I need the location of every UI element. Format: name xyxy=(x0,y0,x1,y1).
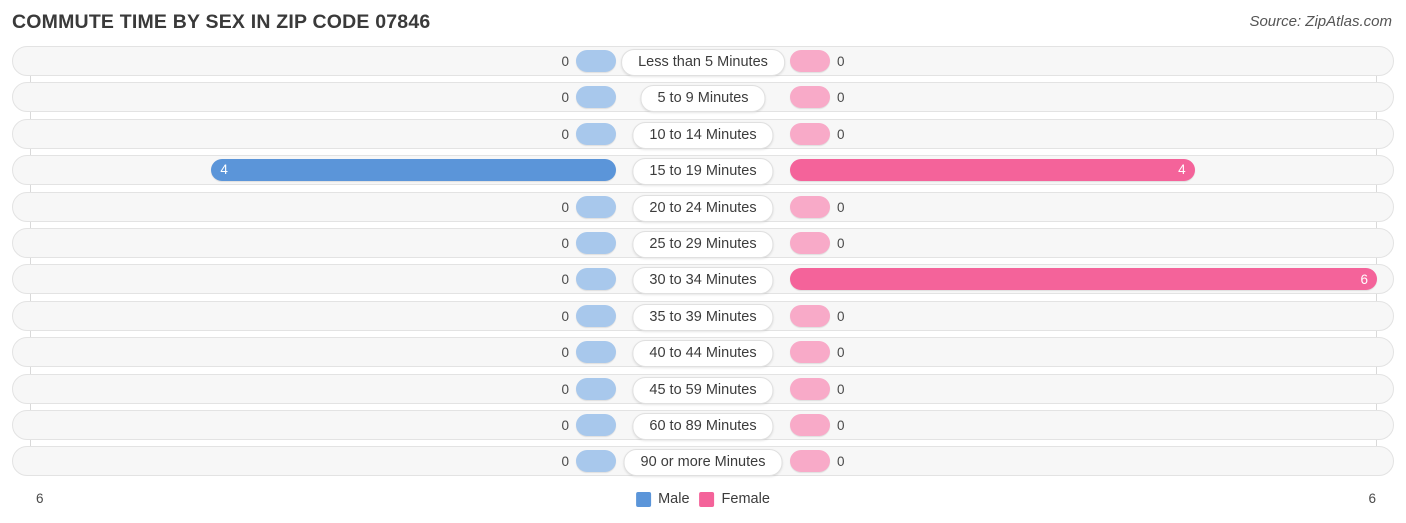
axis-max-label: 6 xyxy=(1368,491,1376,506)
bar-rows: 0 0 Less than 5 Minutes 0 0 5 to 9 Minutes 0 0 1… xyxy=(0,46,1406,483)
bar-value-female: 0 xyxy=(837,454,845,470)
category-label: 20 to 24 Minutes xyxy=(632,194,774,222)
bar-male[interactable] xyxy=(576,231,616,254)
bar-value-female: 0 xyxy=(837,199,845,215)
bar-value-female: 0 xyxy=(837,308,845,324)
category-label: 60 to 89 Minutes xyxy=(632,412,774,440)
bar-value-female: 0 xyxy=(837,345,845,361)
table-row[interactable]: 0 0 10 to 14 Minutes xyxy=(12,118,1394,149)
bar-value-male: 0 xyxy=(561,126,569,142)
legend-swatch-female-icon xyxy=(699,491,715,507)
bar-female[interactable] xyxy=(790,341,830,364)
legend-item-female[interactable]: Female xyxy=(699,491,770,507)
bar-male[interactable] xyxy=(576,268,616,291)
category-label: 30 to 34 Minutes xyxy=(632,267,774,295)
table-row[interactable]: 0 0 60 to 89 Minutes xyxy=(12,409,1394,440)
bar-male[interactable] xyxy=(576,122,616,145)
category-label: 45 to 59 Minutes xyxy=(632,376,774,404)
table-row[interactable]: 0 0 5 to 9 Minutes xyxy=(12,82,1394,113)
category-label: 35 to 39 Minutes xyxy=(632,303,774,331)
category-label: 25 to 29 Minutes xyxy=(632,230,774,258)
bar-male[interactable] xyxy=(576,304,616,327)
bar-female[interactable]: 4 xyxy=(790,159,1195,182)
chart-footer: 6 6 Male Female xyxy=(0,485,1406,523)
source-attribution: Source: ZipAtlas.com xyxy=(1249,13,1392,30)
bar-female[interactable] xyxy=(790,122,830,145)
bar-male[interactable] xyxy=(576,195,616,218)
category-label: 90 or more Minutes xyxy=(623,449,783,477)
table-row[interactable]: 0 0 35 to 39 Minutes xyxy=(12,300,1394,331)
bar-value-male: 0 xyxy=(561,345,569,361)
bar-female[interactable] xyxy=(790,231,830,254)
table-row[interactable]: 4 4 15 to 19 Minutes xyxy=(12,155,1394,186)
bar-female[interactable] xyxy=(790,450,830,473)
bar-male[interactable] xyxy=(576,377,616,400)
bar-male[interactable] xyxy=(576,341,616,364)
table-row[interactable]: 0 0 45 to 59 Minutes xyxy=(12,373,1394,404)
bar-value-male: 0 xyxy=(561,54,569,69)
table-row[interactable]: 0 0 Less than 5 Minutes xyxy=(12,46,1394,76)
legend-label-male: Male xyxy=(658,491,690,507)
page-title: COMMUTE TIME BY SEX IN ZIP CODE 07846 xyxy=(12,11,431,33)
bar-value-male: 0 xyxy=(561,199,569,215)
table-row[interactable]: 0 0 20 to 24 Minutes xyxy=(12,191,1394,222)
bar-female[interactable] xyxy=(790,304,830,327)
bar-value-male: 0 xyxy=(561,272,569,288)
table-row[interactable]: 0 0 90 or more Minutes xyxy=(12,446,1394,477)
category-label: 10 to 14 Minutes xyxy=(632,121,774,149)
bar-value-female: 0 xyxy=(837,235,845,251)
category-label: 40 to 44 Minutes xyxy=(632,340,774,368)
legend-label-female: Female xyxy=(721,491,770,507)
bar-female[interactable]: 6 xyxy=(790,268,1377,291)
bar-male[interactable] xyxy=(576,450,616,473)
table-row[interactable]: 0 0 40 to 44 Minutes xyxy=(12,337,1394,368)
bar-value-female: 4 xyxy=(1178,162,1186,178)
bar-value-female: 0 xyxy=(837,417,845,433)
table-row[interactable]: 6 0 30 to 34 Minutes xyxy=(12,264,1394,295)
bar-value-male: 4 xyxy=(220,162,228,178)
chart-plot-area: 0 0 Less than 5 Minutes 0 0 5 to 9 Minutes 0 0 1… xyxy=(0,46,1406,484)
chart-header: COMMUTE TIME BY SEX IN ZIP CODE 07846 So… xyxy=(0,0,1406,46)
bar-female[interactable] xyxy=(790,86,830,109)
legend-item-male[interactable]: Male xyxy=(636,491,690,507)
bar-male[interactable]: 4 xyxy=(211,159,616,182)
category-label: 15 to 19 Minutes xyxy=(632,158,774,186)
axis-min-label: 6 xyxy=(36,491,44,506)
bar-value-male: 0 xyxy=(561,417,569,433)
bar-female[interactable] xyxy=(790,50,830,72)
bar-value-male: 0 xyxy=(561,308,569,324)
bar-male[interactable] xyxy=(576,86,616,109)
bar-value-male: 0 xyxy=(561,235,569,251)
bar-female[interactable] xyxy=(790,413,830,436)
bar-value-male: 0 xyxy=(561,454,569,470)
category-label: 5 to 9 Minutes xyxy=(640,85,766,113)
bar-value-male: 0 xyxy=(561,381,569,397)
bar-value-female: 0 xyxy=(837,126,845,142)
bar-female[interactable] xyxy=(790,377,830,400)
category-label: Less than 5 Minutes xyxy=(621,49,785,76)
bar-male[interactable] xyxy=(576,413,616,436)
bar-male[interactable] xyxy=(576,50,616,72)
bar-value-female: 6 xyxy=(1360,271,1368,287)
bar-value-female: 0 xyxy=(837,54,845,69)
table-row[interactable]: 0 0 25 to 29 Minutes xyxy=(12,227,1394,258)
legend-swatch-male-icon xyxy=(636,491,652,507)
bar-value-male: 0 xyxy=(561,90,569,106)
bar-value-female: 0 xyxy=(837,90,845,106)
bar-female[interactable] xyxy=(790,195,830,218)
chart-legend: Male Female xyxy=(636,491,770,507)
bar-value-female: 0 xyxy=(837,381,845,397)
